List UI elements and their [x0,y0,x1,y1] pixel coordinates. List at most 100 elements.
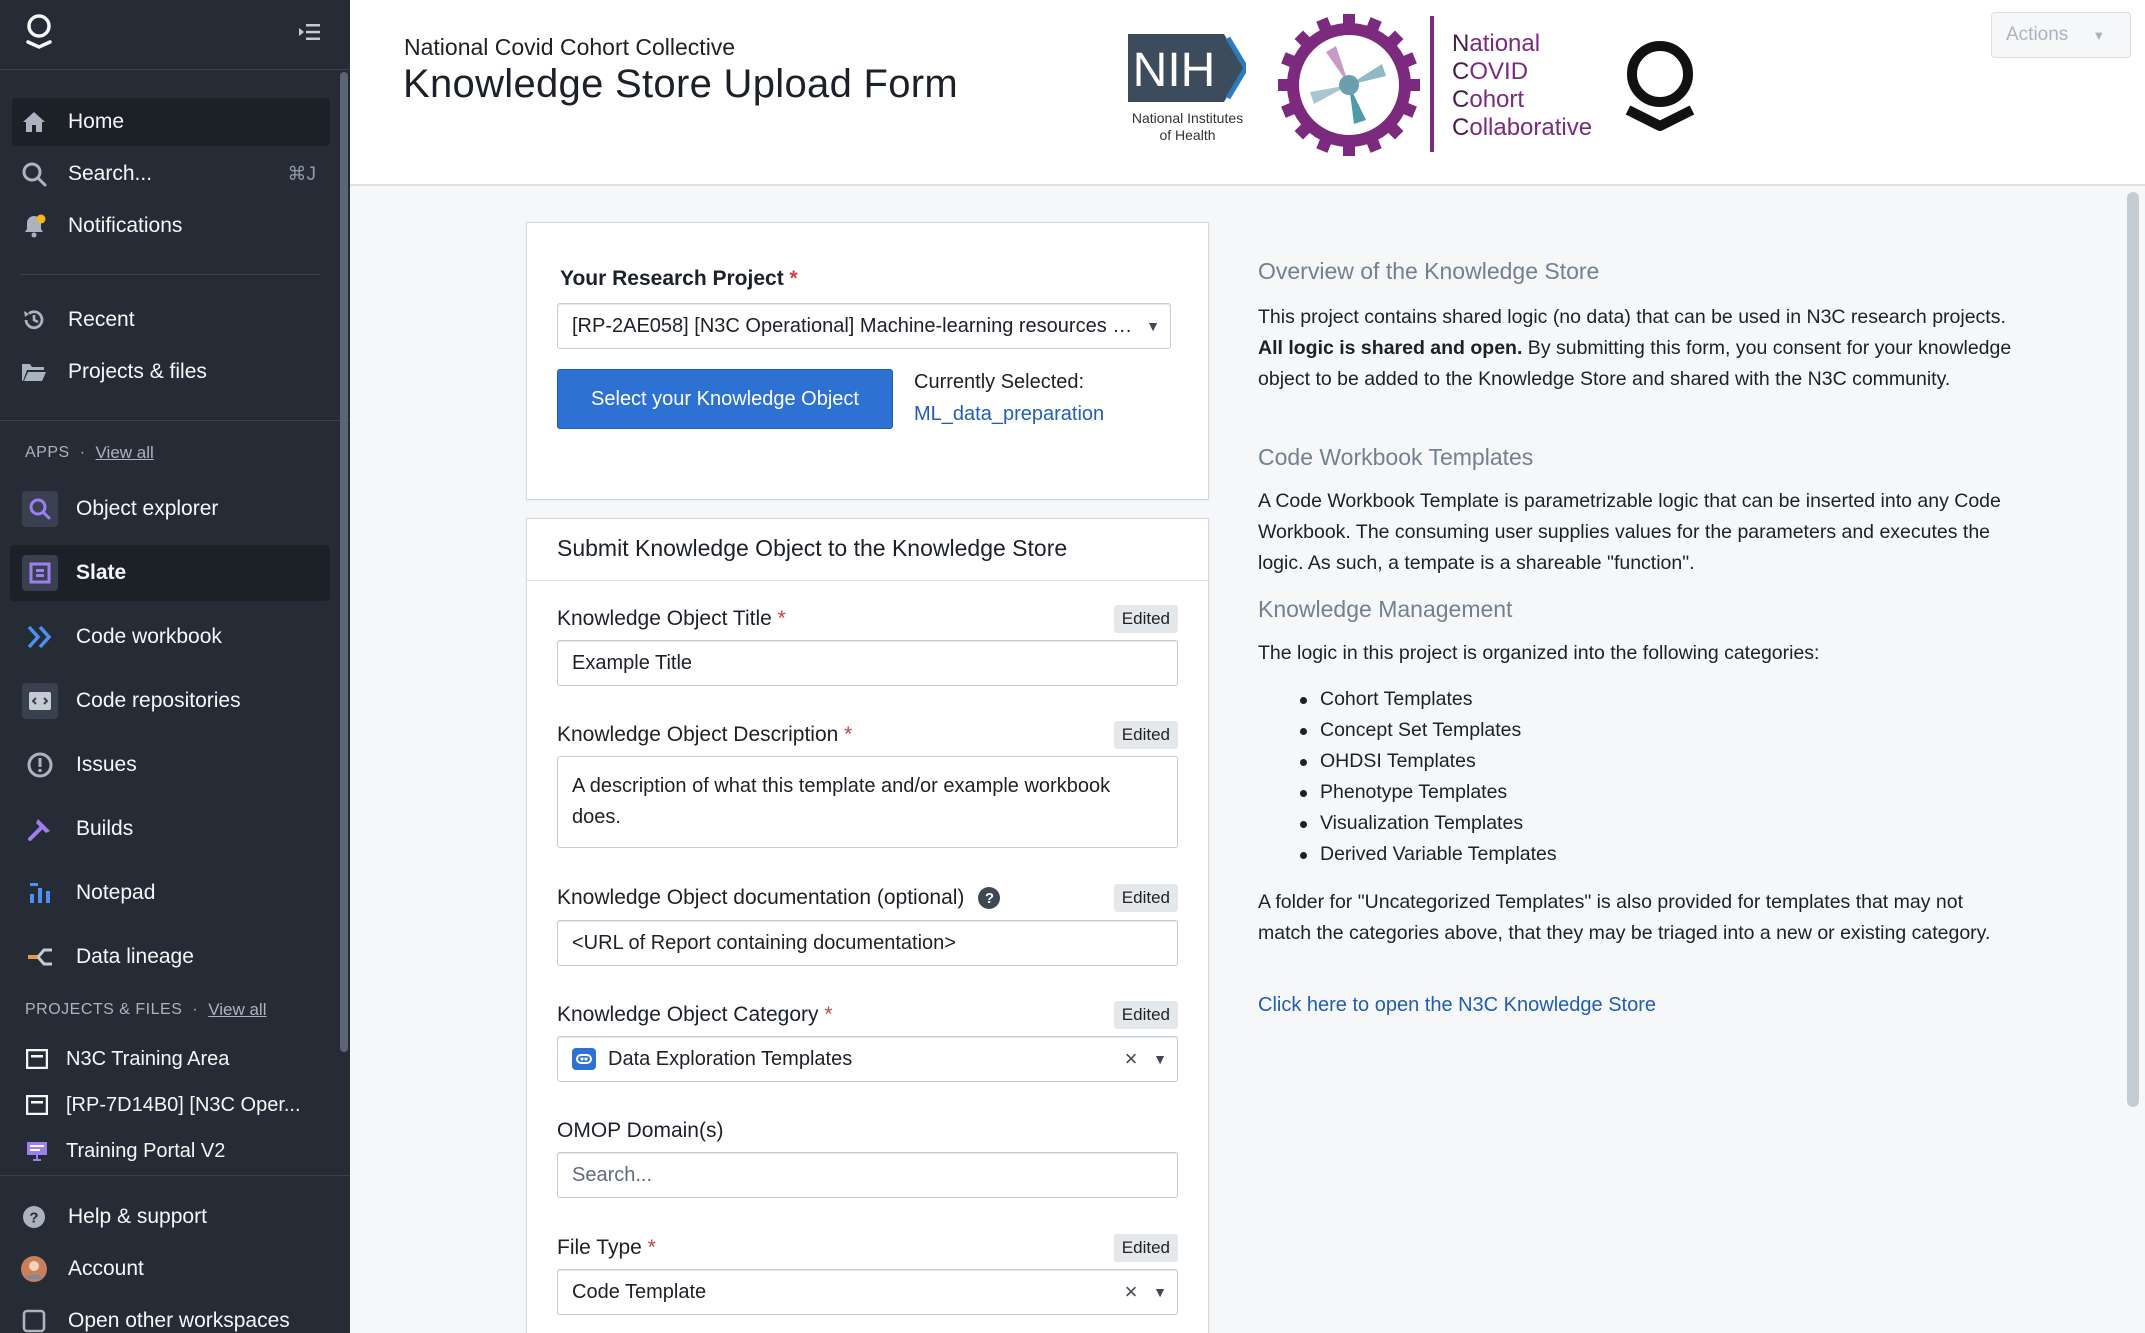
code-workbook-templates-paragraph: A Code Workbook Template is parametrizab… [1258,490,2001,574]
actions-label: Actions [2006,24,2069,45]
sidebar-app-data-lineage[interactable]: Data lineage [10,929,330,985]
actions-dropdown-button[interactable]: Actions ▼ [1991,12,2131,58]
n3c-wordmark-line: Cohort [1452,86,1525,113]
overview-paragraph: This project contains shared logic (no d… [1258,306,2012,390]
sidebar-app-notepad[interactable]: Notepad [10,865,330,921]
page-header: National Covid Cohort Collective Knowled… [350,0,2145,186]
list-item: OHDSI Templates [1300,746,1557,777]
caret-down-icon: ▼ [1146,318,1160,334]
main-scrollbar[interactable] [2127,192,2139,1107]
search-icon [20,160,48,188]
sidebar-project-item[interactable]: N3C Training Area [26,1041,229,1077]
sidebar: Home Search... ⌘J Notifications Recent P… [0,0,350,1333]
select-knowledge-object-button[interactable]: Select your Knowledge Object [557,369,893,429]
clear-icon[interactable]: × [1119,1279,1143,1305]
sidebar-app-issues[interactable]: Issues [10,737,330,793]
sidebar-app-label: Issues [76,753,137,776]
description-field-label: Knowledge Object Description * [557,723,853,746]
sidebar-item-account[interactable]: Account [12,1245,330,1293]
folder-icon [20,358,48,386]
sidebar-project-item[interactable]: [RP-7D14B0] [N3C Oper... [26,1087,301,1123]
sidebar-item-recent[interactable]: Recent [12,296,330,344]
research-project-value: [RP-2AE058] [N3C Operational] Machine-le… [572,314,1136,337]
main-content: Your Research Project * [RP-2AE058] [N3C… [350,188,2145,1333]
help-icon[interactable]: ? [978,887,1001,910]
documentation-input[interactable]: <URL of Report containing documentation> [557,920,1178,966]
apps-section-label: APPS [25,444,70,461]
keyboard-shortcut: ⌘J [287,163,317,185]
builds-icon [22,811,58,847]
n3c-divider [1430,16,1434,152]
n3c-wordmark-line: National [1452,30,1541,57]
object-type-icon [572,1048,596,1070]
apps-view-all-link[interactable]: View all [96,443,154,463]
sidebar-divider [20,274,320,275]
list-item: Phenotype Templates [1300,777,1557,808]
sidebar-item-label: Account [68,1257,144,1280]
sidebar-item-label: Projects & files [68,360,207,383]
list-item: Derived Variable Templates [1300,839,1557,870]
sidebar-item-label: Notifications [68,214,183,237]
sidebar-project-label: Training Portal V2 [66,1139,226,1162]
research-project-label: Your Research Project * [560,267,798,290]
submit-knowledge-object-card: Submit Knowledge Object to the Knowledge… [526,518,1209,1333]
open-knowledge-store-link[interactable]: Click here to open the N3C Knowledge Sto… [1258,994,1656,1017]
sidebar-item-search[interactable]: Search... ⌘J [12,150,330,198]
sidebar-app-builds[interactable]: Builds [10,801,330,857]
sidebar-project-label: N3C Training Area [66,1047,230,1070]
slate-icon [22,555,58,591]
nih-caption-line: National Institutes [1131,110,1244,126]
list-item: Concept Set Templates [1300,715,1557,746]
sidebar-app-code-workbook[interactable]: Code workbook [10,609,330,665]
sidebar-app-slate[interactable]: Slate [10,545,330,601]
category-value: Data Exploration Templates [608,1047,853,1070]
knowledge-management-heading: Knowledge Management [1258,596,1513,622]
sidebar-project-item[interactable]: Training Portal V2 [26,1133,225,1169]
list-item: Visualization Templates [1300,808,1557,839]
notepad-icon [22,875,58,911]
card-title: Submit Knowledge Object to the Knowledge… [557,535,1068,561]
code-repositories-icon [22,683,58,719]
edited-tag: Edited [1113,605,1178,633]
filetype-select[interactable]: Code Template × ▼ [557,1269,1178,1315]
code-workbook-icon [22,619,58,655]
omop-search-input[interactable]: Search... [557,1152,1178,1198]
sidebar-divider [0,420,350,421]
edited-tag: Edited [1113,1234,1178,1262]
collapse-sidebar-icon[interactable] [296,20,322,44]
sidebar-app-object-explorer[interactable]: Object explorer [10,481,330,537]
palantir-logo [1625,41,1695,131]
clear-icon[interactable]: × [1119,1046,1143,1072]
description-textarea[interactable]: A description of what this template and/… [557,756,1178,848]
projects-section-label: PROJECTS & FILES [25,1001,183,1018]
category-select[interactable]: Data Exploration Templates × ▼ [557,1036,1178,1082]
workspaces-icon [20,1307,48,1333]
issues-icon [22,747,58,783]
sidebar-item-label: Help & support [68,1205,207,1228]
sidebar-scrollbar[interactable] [340,72,348,1052]
card-header: Submit Knowledge Object to the Knowledge… [527,519,1208,581]
caret-down-icon: ▼ [2092,27,2106,43]
avatar [20,1255,48,1283]
presentation-icon [27,1142,47,1161]
uncategorized-paragraph: A folder for "Uncategorized Templates" i… [1258,891,1991,944]
research-project-select[interactable]: [RP-2AE058] [N3C Operational] Machine-le… [557,303,1171,349]
sidebar-app-code-repositories[interactable]: Code repositories [10,673,330,729]
sidebar-app-label: Code workbook [76,625,222,648]
bell-icon [20,212,48,240]
palantir-logo-icon[interactable] [24,12,54,52]
sidebar-item-projects[interactable]: Projects & files [12,348,330,396]
apps-section-header: APPS · View all [25,443,154,463]
sidebar-item-workspaces[interactable]: Open other workspaces [12,1297,330,1333]
projects-view-all-link[interactable]: View all [208,1000,266,1020]
documentation-field-label: Knowledge Object documentation (optional… [557,886,1001,910]
sidebar-item-label: Search... [68,162,153,185]
sidebar-item-help[interactable]: ? Help & support [12,1193,330,1241]
knowledge-management-paragraph: The logic in this project is organized i… [1258,642,1820,664]
title-input[interactable]: Example Title [557,640,1178,686]
currently-selected-value[interactable]: ML_data_preparation [914,403,1104,426]
sidebar-item-home[interactable]: Home [12,98,330,146]
filetype-field-label: File Type * [557,1236,656,1259]
sidebar-item-notifications[interactable]: Notifications [12,202,330,250]
sidebar-divider [0,1175,350,1176]
